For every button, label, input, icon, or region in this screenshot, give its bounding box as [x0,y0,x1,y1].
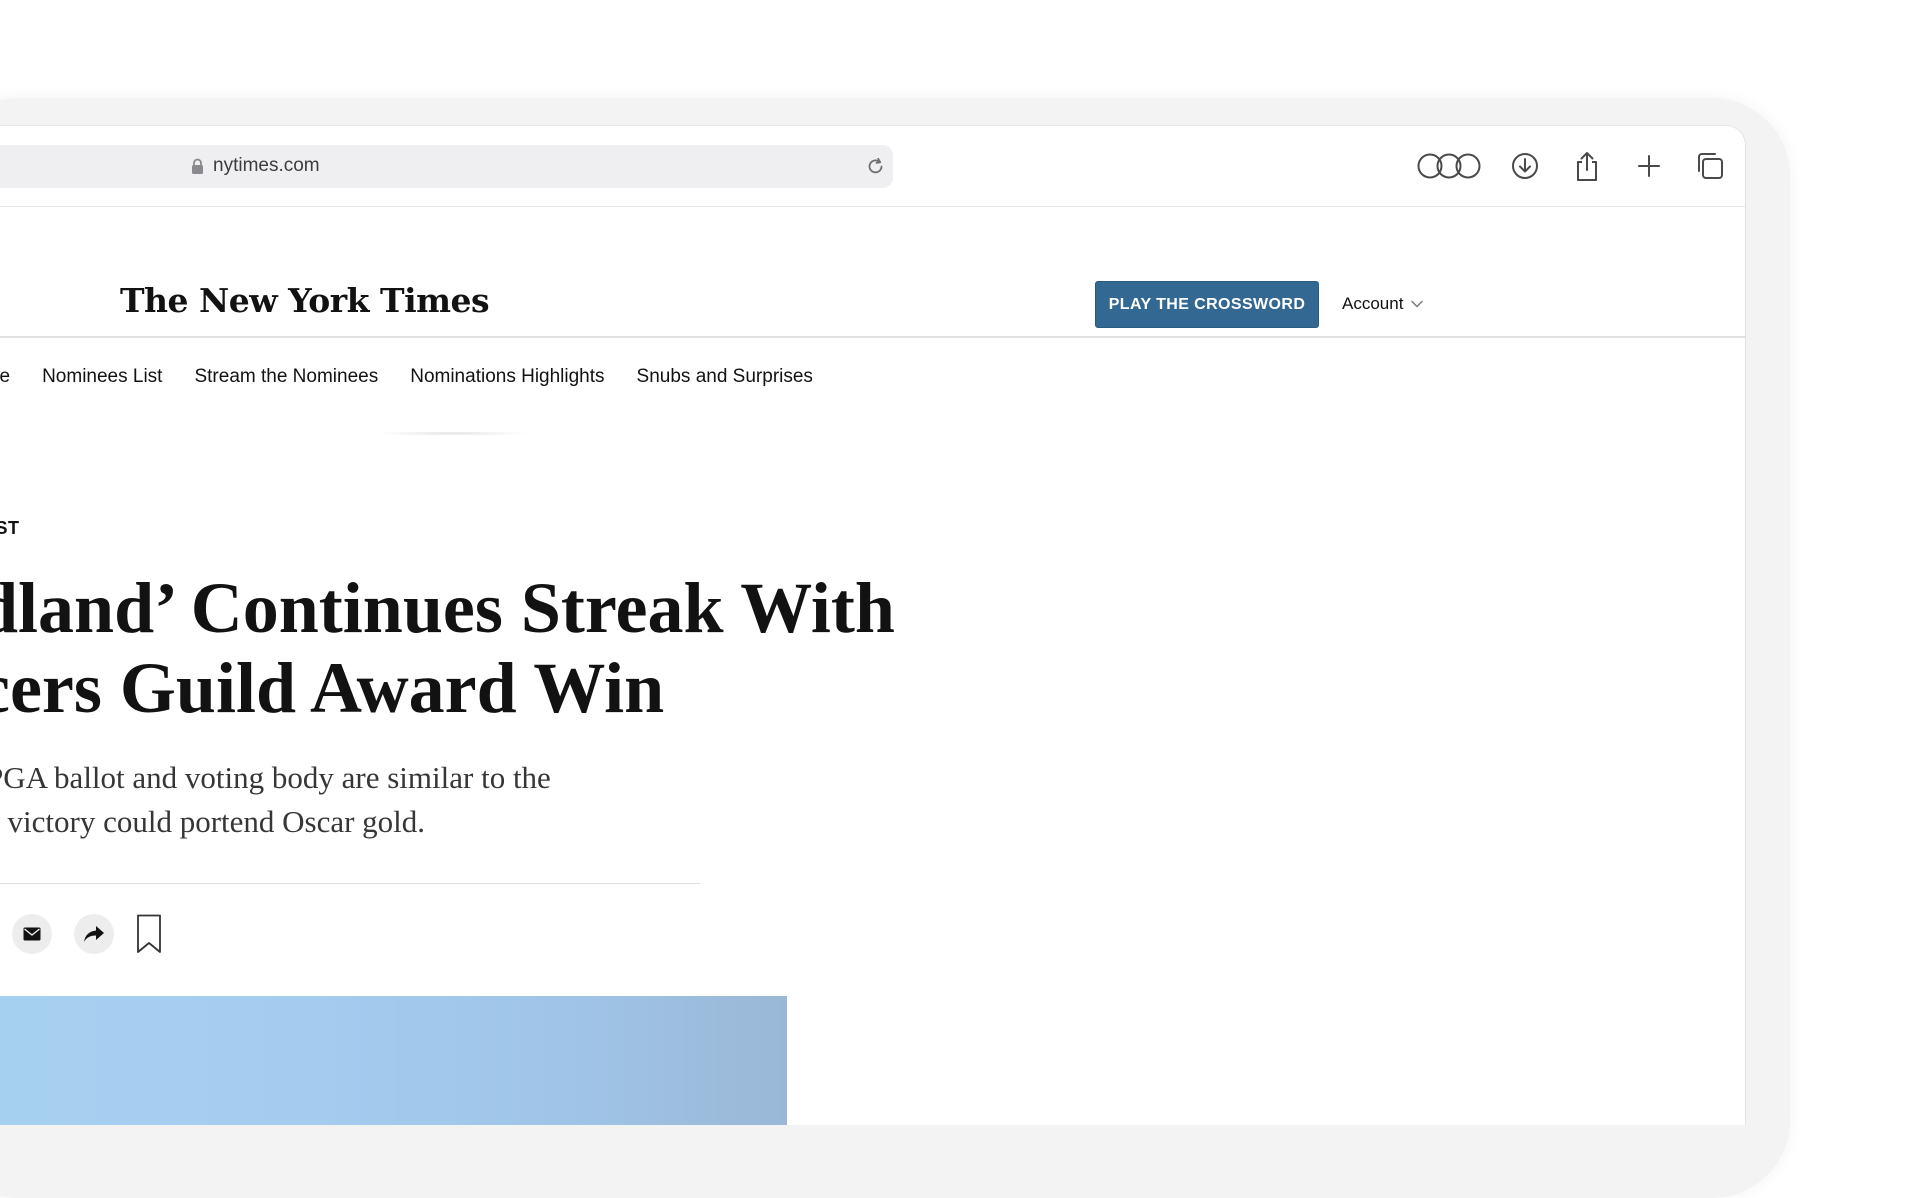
nav-item-partial[interactable]: ce [0,366,10,388]
bookmark-icon[interactable] [136,914,162,954]
tab-overview-icon[interactable] [1694,145,1726,187]
summary-line-2: e victory could portend Oscar gold. [0,804,426,839]
play-crossword-button[interactable]: PLAY THE CROSSWORD [1095,281,1319,328]
reload-icon[interactable] [865,156,886,177]
nav-item-snubs-and-surprises[interactable]: Snubs and Surprises [637,366,813,388]
hero-image [0,996,787,1125]
tab-groups-icon[interactable] [1415,145,1483,187]
summary-line-1: PGA ballot and voting body are similar t… [0,760,551,795]
share-article-button[interactable] [74,914,114,954]
account-label: Account [1342,294,1404,313]
nav-item-nominees-list[interactable]: Nominees List [42,366,162,388]
lock-icon [192,158,203,174]
download-icon[interactable] [1510,145,1540,187]
section-nav: ce Nominees List Stream the Nominees Nom… [0,366,845,388]
headline-line-2: cers Guild Award Win [0,648,665,728]
nav-item-stream-the-nominees[interactable]: Stream the Nominees [194,366,378,388]
email-icon [23,927,41,941]
new-tab-icon[interactable] [1634,145,1664,187]
article-summary: PGA ballot and voting body are similar t… [0,756,551,844]
nyt-logo[interactable]: The New York Times [120,281,490,320]
share-icon[interactable] [1572,145,1602,187]
chevron-down-icon [1411,300,1424,308]
article-divider [0,883,700,884]
share-arrow-icon [84,926,104,942]
nav-scroll-indicator [378,432,528,435]
headline-line-1: dland’ Continues Streak With [0,568,895,648]
account-menu[interactable]: Account [1342,294,1424,314]
nav-item-nominations-highlights[interactable]: Nominations Highlights [410,366,604,388]
email-button[interactable] [12,914,52,954]
header-divider [0,336,1745,338]
browser-window: nytimes.com The New York Times PLAY THE … [0,125,1746,1125]
browser-toolbar: nytimes.com [0,126,1745,207]
url-text: nytimes.com [213,155,320,176]
address-bar[interactable]: nytimes.com [0,145,893,188]
article-kicker[interactable]: IST [0,518,20,539]
article-headline: dland’ Continues Streak With cers Guild … [0,568,895,728]
